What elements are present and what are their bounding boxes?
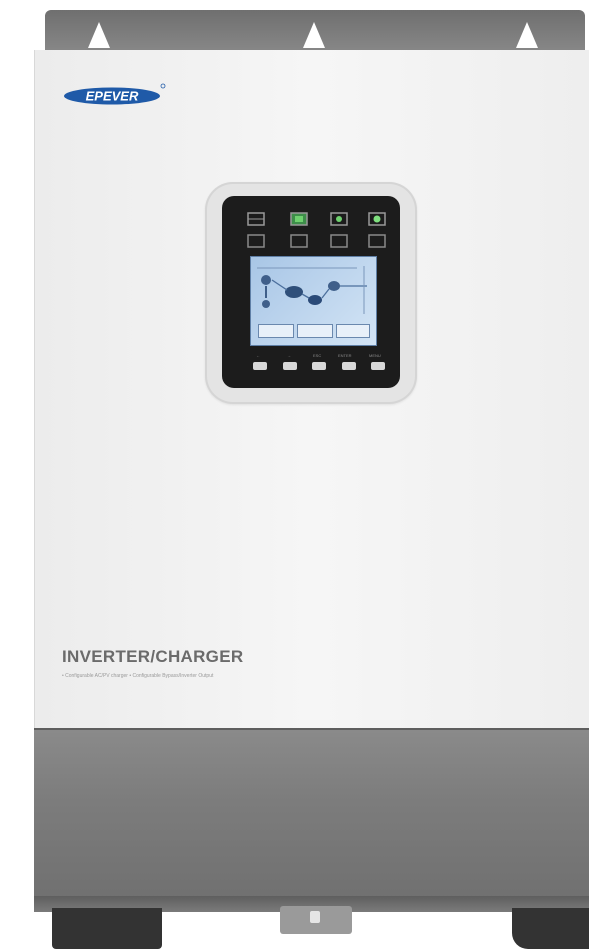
- right-foot: [512, 908, 589, 949]
- button-label: ENTER: [338, 353, 352, 358]
- button-label: MENU: [369, 353, 381, 358]
- fault-status-icon: [368, 234, 386, 248]
- lcd-flow-diagram: [257, 266, 367, 314]
- key-enter-button[interactable]: [342, 362, 356, 370]
- key-menu-button[interactable]: [371, 362, 385, 370]
- bracket-notch: [303, 22, 325, 48]
- key-right-button[interactable]: [283, 362, 297, 370]
- product-subtitle: • Configurable AC/PV charger • Configura…: [62, 673, 214, 679]
- grid-indicator-icon: [247, 212, 265, 226]
- terminal-screw: [310, 911, 320, 923]
- bracket-notch: [88, 22, 110, 48]
- ac-status-icon: [290, 234, 308, 248]
- lower-housing: [34, 728, 589, 910]
- button-label: ←: [256, 353, 260, 358]
- left-foot: [52, 908, 162, 949]
- key-esc-button[interactable]: [312, 362, 326, 370]
- brand-logo: EPEVER: [64, 83, 166, 105]
- button-label: →: [287, 353, 291, 358]
- lcd-readout-box: [297, 324, 333, 338]
- inverter-status-icon: [330, 234, 348, 248]
- pv-indicator-icon: [290, 212, 308, 226]
- lcd-readout-box: [336, 324, 370, 338]
- product-title: INVERTER/CHARGER: [62, 647, 244, 666]
- battery-indicator-icon: [330, 212, 348, 226]
- lcd-readout-box: [258, 324, 294, 338]
- load-indicator-icon: [368, 212, 386, 226]
- key-left-button[interactable]: [253, 362, 267, 370]
- button-label: ESC: [313, 353, 322, 358]
- bracket-notch: [516, 22, 538, 48]
- brand-logo-text: EPEVER: [86, 89, 139, 104]
- charge-status-icon: [247, 234, 265, 248]
